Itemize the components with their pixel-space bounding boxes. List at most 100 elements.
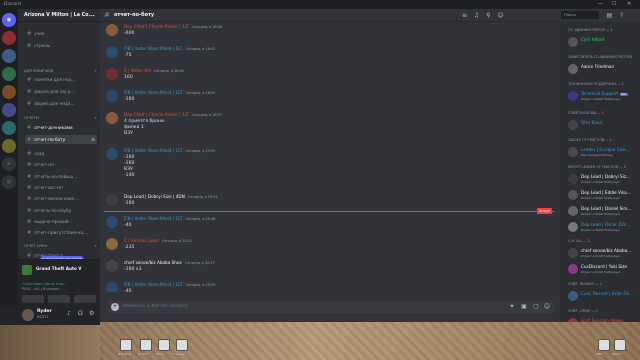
add-channel-icon[interactable]: + (94, 244, 97, 248)
member-item[interactable]: Otto Black (568, 120, 638, 132)
channel-item[interactable]: # отчет-по-боту ⚙ (25, 135, 97, 144)
category-header[interactable]: отчеты + (24, 116, 97, 120)
maximize-button[interactable]: ☐ (612, 0, 616, 9)
channel-item[interactable]: # форма для нмдз... (25, 99, 97, 108)
server-icon[interactable] (2, 85, 16, 99)
member-item[interactable]: Dep Lead | Eddie Visa... Играет в RAGE Mu… (568, 190, 638, 202)
message-author[interactable]: K | Nolan Hill (124, 68, 151, 73)
bell-icon[interactable]: ♫ (472, 11, 481, 20)
server-icon[interactable] (2, 31, 16, 45)
hash-icon: # (27, 101, 32, 107)
microphone-icon[interactable]: ♪ (67, 310, 71, 317)
server-icon[interactable] (2, 139, 16, 153)
message-author[interactable]: FIB | Valter Blanchfield | 1LT (124, 90, 182, 95)
explore-icon[interactable]: ◎ (2, 175, 16, 189)
member-item[interactable]: Cyril Alford (568, 37, 638, 49)
threads-icon[interactable]: ≡ (460, 11, 469, 20)
avatar[interactable] (106, 148, 118, 160)
member-item[interactable]: CucDiscord | Yuki Size Играет в RAGE Mult… (568, 264, 638, 276)
desktop-shortcut-icon[interactable] (614, 339, 626, 351)
avatar[interactable] (106, 282, 118, 292)
gif-icon[interactable]: ▣ (520, 303, 528, 311)
channel-item[interactable]: # учил (25, 29, 97, 38)
minimize-button[interactable]: — (598, 0, 603, 9)
channel-item[interactable]: # отчеты-на-повыш... (25, 172, 97, 181)
member-item[interactable]: Cuni, Recruit | Brian Fe... (568, 291, 638, 303)
help-icon[interactable]: ? (617, 11, 626, 20)
channel-item[interactable]: # отчет-дочниками (25, 123, 97, 132)
avatar[interactable] (22, 309, 34, 321)
member-item[interactable]: Leader | Enrique Size... Был Скорый Помощ… (568, 147, 638, 159)
message-author[interactable]: FIB | Valter Blanchfield | 1LT (124, 148, 182, 153)
screen-share-button[interactable] (48, 295, 70, 303)
message-author[interactable]: Dep Lead | Dobryi Size | 4DN (124, 194, 185, 199)
sticker-icon[interactable]: ▢ (532, 303, 540, 311)
member-item[interactable]: chief xonoe/biz Aboba... Играет в RAGE Mu… (568, 248, 638, 260)
message-author[interactable]: Dep Chief | Charlie Parker | 1LT (124, 24, 189, 29)
channel-item[interactable]: # отчет-присутствия-на... (25, 228, 97, 237)
avatar[interactable] (106, 112, 118, 124)
message-author[interactable]: chief xonoe/biz Aboba Shox (124, 260, 182, 265)
add-server-icon[interactable]: + (2, 157, 16, 171)
search-input[interactable]: Поиск (561, 11, 599, 19)
desktop-shortcut-icon[interactable] (120, 339, 132, 351)
server-icon[interactable] (2, 103, 16, 117)
channel-item[interactable]: # отчет-милли-нове... (25, 194, 97, 203)
inbox-icon[interactable]: ▤ (605, 11, 614, 20)
message-author[interactable]: FIB | Valter Blanchfield | 1LT (124, 282, 182, 287)
channel-item[interactable]: # панятки для ноа... (25, 75, 97, 84)
channel-item[interactable]: # форма для ззу-р... (25, 87, 97, 96)
avatar[interactable] (106, 260, 118, 272)
member-item[interactable]: Dep Lead | Daniel Sim... Играет в RAGE Mu… (568, 206, 638, 218)
user-panel: Ryder #2372 ♪ Ω ⚙ (0, 305, 100, 325)
category-header[interactable]: для новичков + (24, 69, 97, 73)
channel-item[interactable]: # отчет-вос-мп (25, 183, 97, 192)
server-icon[interactable] (2, 67, 16, 81)
emoji-icon[interactable]: ☺ (543, 303, 551, 311)
message-author[interactable]: FIB | Valter Blanchfield | 1LT (124, 46, 182, 51)
message-timestamp: Сегодня, в 19:22 (187, 195, 218, 199)
pin-icon[interactable]: ⚲ (484, 11, 493, 20)
channel-item[interactable]: # выдача-премий (25, 217, 97, 226)
desktop-shortcut-icon[interactable] (140, 339, 152, 351)
members-icon[interactable]: ☺ (496, 11, 505, 20)
desktop-shortcut-icon[interactable] (158, 339, 170, 351)
message-author[interactable]: FIB | Valter Blanchfield | 1LT (124, 216, 182, 221)
home-icon[interactable]: ◉ (2, 13, 16, 27)
desktop-shortcut-icon[interactable] (598, 339, 610, 351)
message-author[interactable]: C | Kinhaki Laxid (124, 238, 159, 243)
avatar[interactable] (106, 238, 118, 250)
member-item[interactable]: Dep Lead | Oscar Zim... Играет в RAGE Mul… (568, 222, 638, 234)
message-author[interactable]: Dep Chief | Charlie Parker | 1LT (124, 112, 189, 117)
server-icon[interactable] (2, 121, 16, 135)
channel-item[interactable]: # отчет-нп (25, 160, 97, 169)
member-item[interactable]: Dep Lead | Dobryi Siz... Играет в RAGE Mu… (568, 174, 638, 186)
desktop-shortcut-icon[interactable] (176, 339, 188, 351)
avatar[interactable] (106, 216, 118, 228)
channel-label: отчет-милли-нове... (34, 196, 79, 201)
close-window-button[interactable]: ✕ (627, 0, 631, 9)
gear-icon[interactable]: ⚙ (89, 310, 94, 317)
camera-button[interactable] (22, 295, 44, 303)
server-header[interactable]: Arizona V Milton | La Co... ⌄ (18, 9, 100, 22)
avatar[interactable] (106, 46, 118, 58)
member-item[interactable]: Technical Support БОТ Играет в RAGE Multip… (568, 91, 638, 103)
avatar[interactable] (106, 68, 118, 80)
member-item[interactable]: Aaron Friedman (568, 64, 638, 76)
avatar[interactable] (106, 24, 118, 36)
add-channel-icon[interactable]: + (94, 116, 97, 120)
add-channel-icon[interactable]: + (94, 69, 97, 73)
message-composer[interactable]: + Написать в #отчет-по-боту ✦ ▣ ▢ ☺ (108, 301, 553, 313)
headphones-icon[interactable]: Ω (78, 310, 83, 317)
activity-button[interactable] (74, 295, 96, 303)
category-header[interactable]: отчёт смен + (24, 244, 97, 248)
avatar[interactable] (106, 90, 118, 102)
channel-item[interactable]: # стрелы (25, 41, 97, 50)
channel-item[interactable]: # отчеты-по-клубу (25, 206, 97, 215)
gear-icon[interactable]: ⚙ (91, 135, 95, 144)
avatar[interactable] (106, 194, 118, 206)
channel-item[interactable]: # созд (25, 149, 97, 158)
gift-icon[interactable]: ✦ (508, 303, 516, 311)
add-attachment-icon[interactable]: + (111, 303, 119, 311)
server-icon[interactable] (2, 49, 16, 63)
